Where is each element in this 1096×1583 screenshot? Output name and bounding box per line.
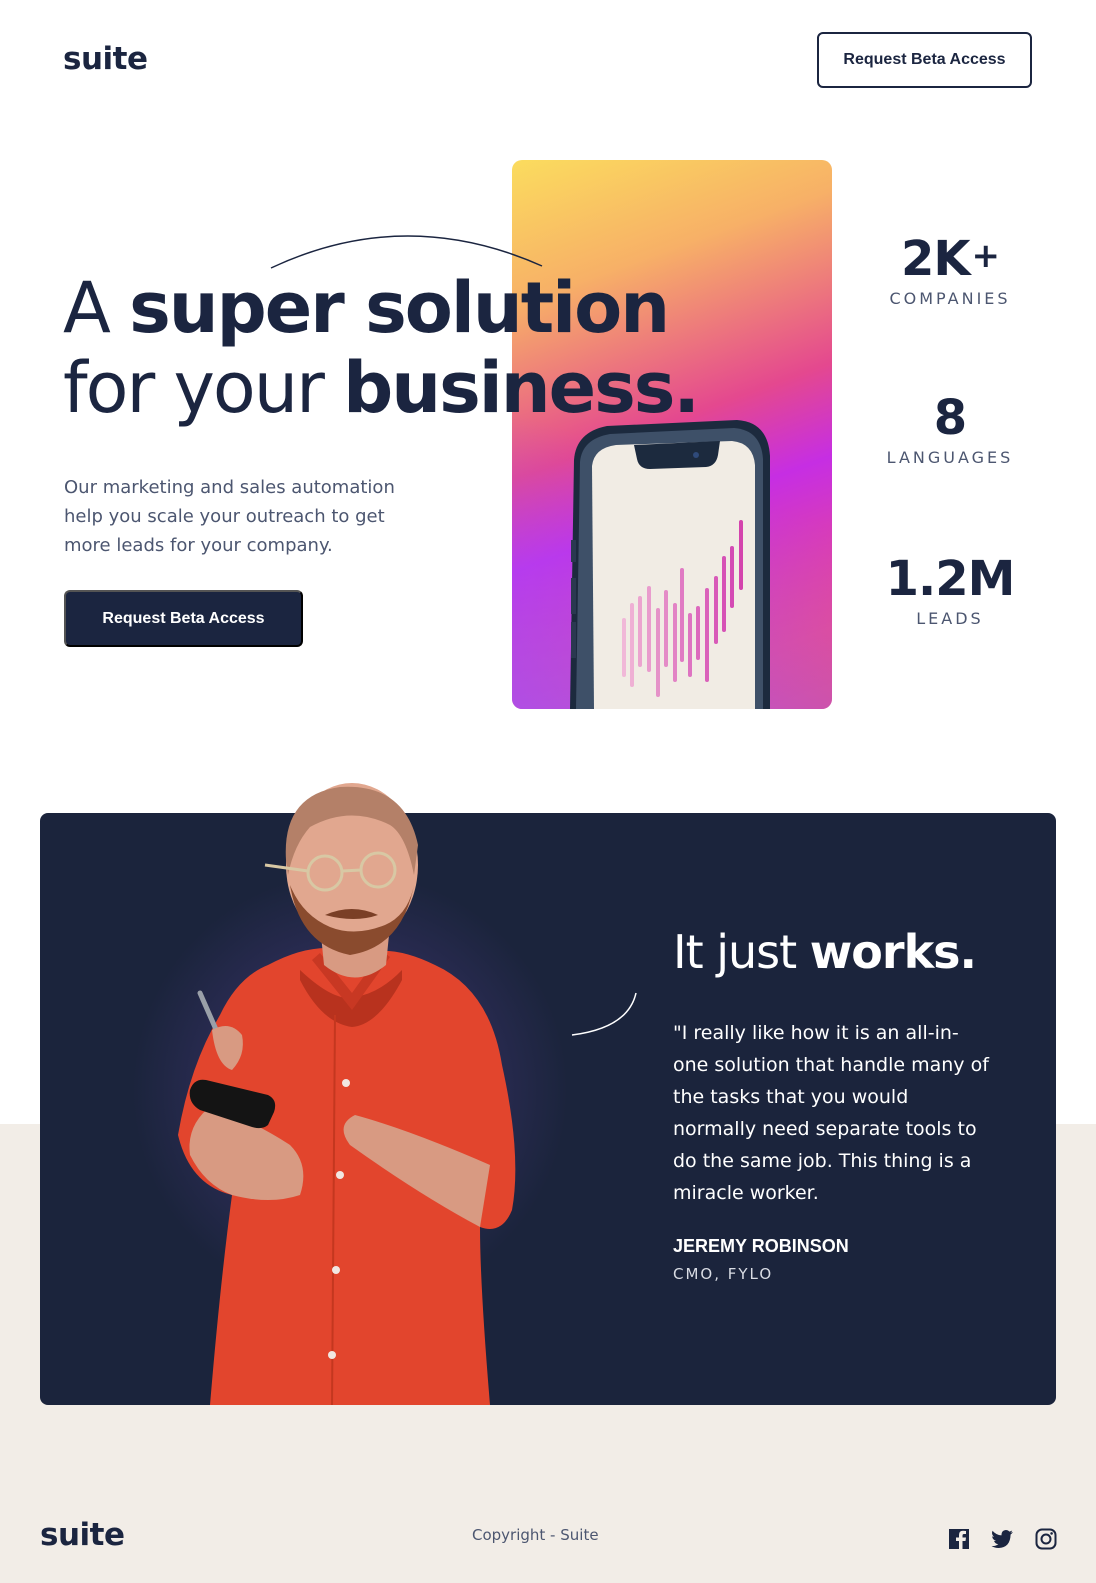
stat-value: 2K <box>900 231 971 287</box>
hero-phone-image <box>512 160 832 709</box>
headline-thin-1: A <box>63 267 130 349</box>
stat-languages: 8 LANGUAGES <box>860 390 1040 467</box>
headline-bold-2: business. <box>343 347 700 429</box>
facebook-icon[interactable] <box>947 1527 971 1551</box>
testimonial-title-bold: works. <box>809 925 977 979</box>
stat-suffix: + <box>971 236 1000 276</box>
testimonial-author-role: CMO, FYLO <box>673 1265 774 1283</box>
stat-value: 8 <box>933 390 967 446</box>
testimonial-person-image <box>178 783 516 1405</box>
hero-description: Our marketing and sales automation help … <box>64 477 395 556</box>
testimonial-quote: "I really like how it is an all-in-one s… <box>673 1022 989 1204</box>
hero-headline: A super solution for your business. <box>63 267 700 429</box>
headline-thin-2: for your <box>63 347 344 429</box>
stat-label: LEADS <box>916 609 984 628</box>
stat-value: 1.2M <box>885 551 1016 607</box>
request-beta-access-hero-button[interactable]: Request Beta Access <box>64 590 303 647</box>
twitter-icon[interactable] <box>990 1527 1014 1551</box>
testimonial-title: It just works. <box>673 925 977 979</box>
stat-leads: 1.2M LEADS <box>860 551 1040 628</box>
testimonial-author-name: JEREMY ROBINSON <box>673 1236 849 1256</box>
stat-companies: 2K+ COMPANIES <box>860 228 1040 308</box>
stat-label: LANGUAGES <box>886 448 1014 467</box>
footer-logo[interactable]: suite <box>40 1517 125 1553</box>
decorative-quote-arc <box>571 992 637 1036</box>
request-beta-access-header-button[interactable]: Request Beta Access <box>817 32 1032 88</box>
headline-bold-1: super solution <box>129 267 670 349</box>
testimonial-title-thin: It just <box>673 925 810 979</box>
instagram-icon[interactable] <box>1034 1527 1058 1551</box>
logo[interactable]: suite <box>63 41 148 77</box>
stat-label: COMPANIES <box>889 289 1011 308</box>
copyright-text: Copyright - Suite <box>472 1526 599 1544</box>
phone-illustration <box>570 420 770 709</box>
